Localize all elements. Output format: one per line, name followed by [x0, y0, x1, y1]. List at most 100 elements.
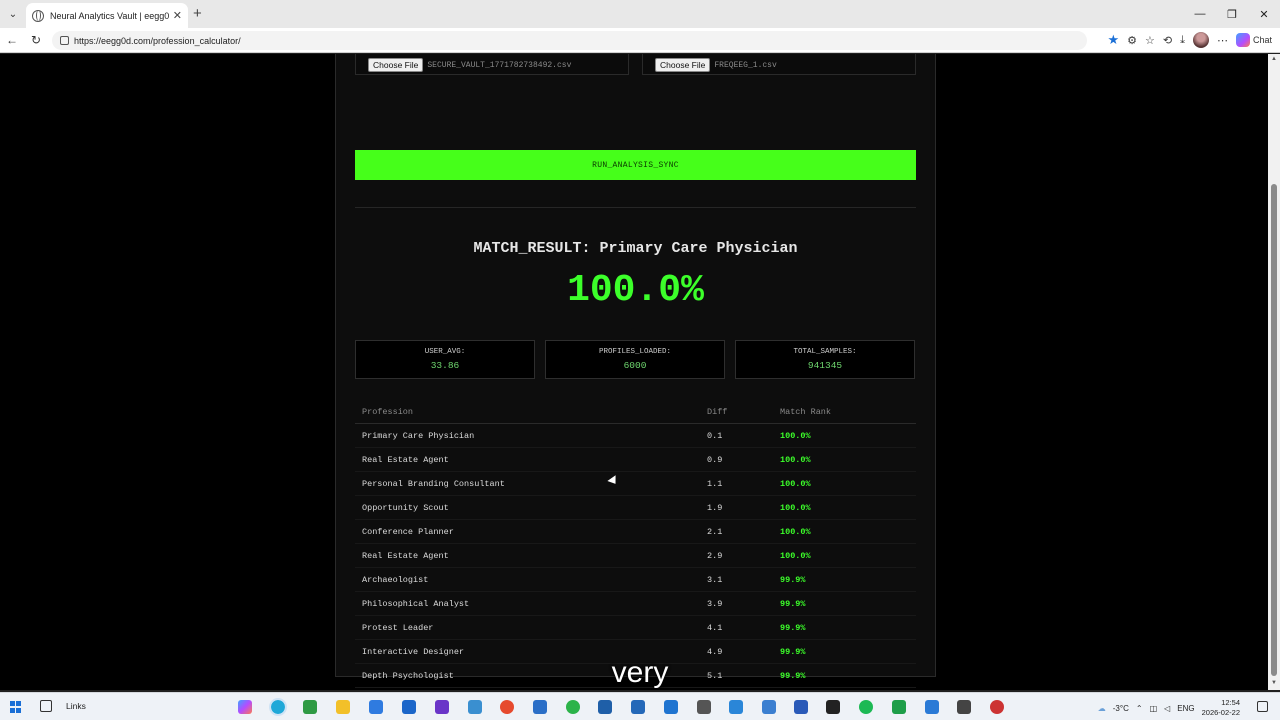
app-icon-q[interactable]	[566, 700, 580, 714]
terminal-icon[interactable]	[826, 700, 840, 714]
profession-cell: Philosophical Analyst	[362, 598, 470, 609]
match-result-title: MATCH_RESULT: Primary Care Physician	[473, 240, 798, 257]
diff-cell: 2.9	[707, 550, 723, 561]
tab-close-icon[interactable]: ✕	[173, 9, 182, 22]
browser-tab-active[interactable]: Neural Analytics Vault | eegg0d.co ✕	[26, 3, 188, 28]
scroll-up-icon[interactable]: ▲	[1271, 56, 1277, 62]
table-body: Primary Care Physician 0.1 100.0% Real Esta…	[355, 424, 916, 690]
app-icon-blue[interactable]	[468, 700, 482, 714]
profession-table: Profession Diff Match Rank Primary Care …	[355, 401, 916, 690]
copilot-chat-button[interactable]: Chat	[1235, 33, 1272, 47]
extensions-icon[interactable]: ⚙	[1127, 34, 1137, 47]
windows-start-icon[interactable]	[10, 701, 22, 713]
chrome-icon[interactable]	[500, 700, 514, 714]
header-diff: Diff	[707, 407, 728, 417]
close-window-icon[interactable]: ✕	[1248, 0, 1280, 28]
network-icon[interactable]: ◫	[1150, 704, 1158, 713]
store-icon[interactable]	[369, 700, 383, 714]
favorites-icon[interactable]: ☆	[1145, 34, 1155, 47]
table-row: Conference Planner 2.1 100.0%	[355, 520, 916, 544]
history-icon[interactable]: ⟲	[1163, 34, 1172, 47]
diff-cell: 1.9	[707, 502, 723, 513]
scroll-thumb[interactable]	[1271, 184, 1277, 676]
vscode-icon[interactable]	[925, 700, 939, 714]
profession-cell: Real Estate Agent	[362, 454, 449, 465]
match-rank-cell: 99.9%	[780, 574, 806, 585]
new-tab-button[interactable]: +	[193, 5, 202, 22]
profession-cell: Conference Planner	[362, 526, 454, 537]
diff-cell: 0.1	[707, 430, 723, 441]
page-scrollbar[interactable]: ▲ ▼	[1268, 54, 1280, 690]
back-icon[interactable]: ←	[0, 33, 24, 47]
weather-icon[interactable]: ☁	[1098, 704, 1106, 713]
video-editor-icon[interactable]	[697, 700, 711, 714]
minimize-icon[interactable]: —	[1184, 0, 1216, 28]
header-profession: Profession	[362, 407, 414, 417]
match-rank-cell: 99.9%	[780, 598, 806, 609]
profile-avatar[interactable]	[1192, 32, 1209, 48]
diff-cell: 4.1	[707, 622, 723, 633]
task-view-icon[interactable]	[40, 700, 52, 712]
match-rank-cell: 100.0%	[780, 430, 811, 441]
choose-file-button-vault[interactable]: Choose File	[368, 58, 424, 72]
mail-icon[interactable]	[402, 700, 416, 714]
copilot-taskbar-icon[interactable]	[238, 700, 252, 714]
more-options-icon[interactable]: ⋯	[1217, 34, 1228, 47]
address-toolbar: ← ↻ https://eegg0d.com/profession_calcul…	[0, 28, 1280, 53]
analysis-panel: Choose File SECURE_VAULT_1771782738492.c…	[335, 54, 936, 688]
app-icon-doc[interactable]	[631, 700, 645, 714]
app-icon-screen[interactable]	[762, 700, 776, 714]
file-explorer-icon[interactable]	[336, 700, 350, 714]
powershell-icon[interactable]	[794, 700, 808, 714]
stat-label: PROFILES_LOADED:	[598, 348, 671, 356]
app-icon-dark[interactable]	[957, 700, 971, 714]
tray-overflow-icon[interactable]: ⌃	[1136, 704, 1143, 713]
video-caption: very	[611, 656, 669, 689]
browser-tab-bar: ⌄ Neural Analytics Vault | eegg0d.co ✕ +…	[0, 0, 1280, 28]
volume-icon[interactable]: ◁	[1164, 704, 1170, 713]
stat-value: 6000	[623, 360, 647, 371]
clock-time: 12:54	[1221, 698, 1240, 707]
clock[interactable]: 12:54 2026-02-22	[1202, 698, 1240, 718]
app-icon-window[interactable]	[533, 700, 547, 714]
url-field[interactable]: https://eegg0d.com/profession_calculator…	[52, 31, 1087, 50]
stat-user-avg: USER_AVG: 33.86	[355, 340, 535, 379]
choose-file-button-eeg[interactable]: Choose File	[655, 58, 711, 72]
app-icon-photo[interactable]	[598, 700, 612, 714]
tab-title: Neural Analytics Vault | eegg0d.co	[50, 10, 169, 21]
profession-cell: Protest Leader	[362, 622, 434, 633]
windows-taskbar: Links ☁ -3°C ⌃ ◫ ◁ ENG 12:54 2026-02-22	[0, 692, 1280, 720]
stat-label: TOTAL_SAMPLES:	[793, 348, 857, 356]
site-info-icon[interactable]	[60, 36, 69, 45]
restore-icon[interactable]: ❐	[1216, 0, 1248, 28]
match-rank-cell: 100.0%	[780, 550, 811, 561]
profession-cell: Primary Care Physician	[362, 430, 475, 441]
notifications-icon[interactable]	[1257, 701, 1268, 712]
app-icon-green[interactable]	[303, 700, 317, 714]
url-text: https://eegg0d.com/profession_calculator…	[74, 35, 241, 46]
globe-icon	[32, 9, 44, 22]
app-icon-grid[interactable]	[664, 700, 678, 714]
visual-studio-icon[interactable]	[435, 700, 449, 714]
links-toolbar-label[interactable]: Links	[66, 701, 86, 711]
spotify-icon[interactable]	[859, 700, 873, 714]
recorder-icon[interactable]	[990, 700, 1004, 714]
weather-temp[interactable]: -3°C	[1113, 704, 1129, 713]
excel-icon[interactable]	[892, 700, 906, 714]
language-indicator[interactable]: ENG	[1177, 704, 1194, 713]
tab-actions-menu-icon[interactable]: ⌄	[0, 0, 26, 28]
downloads-icon[interactable]: ⤓	[1180, 34, 1185, 47]
refresh-icon[interactable]: ↻	[24, 33, 48, 47]
match-rank-cell: 100.0%	[780, 502, 811, 513]
vault-filename: SECURE_VAULT_1771782738492.csv	[427, 60, 572, 70]
calculator-icon[interactable]	[729, 700, 743, 714]
favorite-star-icon[interactable]: ★	[1107, 32, 1119, 48]
run-analysis-button[interactable]: RUN_ANALYSIS_SYNC	[355, 150, 916, 180]
profession-cell: Real Estate Agent	[362, 550, 449, 561]
edge-browser-icon[interactable]	[269, 698, 287, 716]
copilot-icon	[1235, 33, 1250, 47]
scroll-down-icon[interactable]: ▼	[1271, 680, 1277, 686]
chat-label: Chat	[1252, 35, 1272, 45]
stat-value: 941345	[807, 360, 843, 371]
match-rank-cell: 100.0%	[780, 478, 811, 489]
